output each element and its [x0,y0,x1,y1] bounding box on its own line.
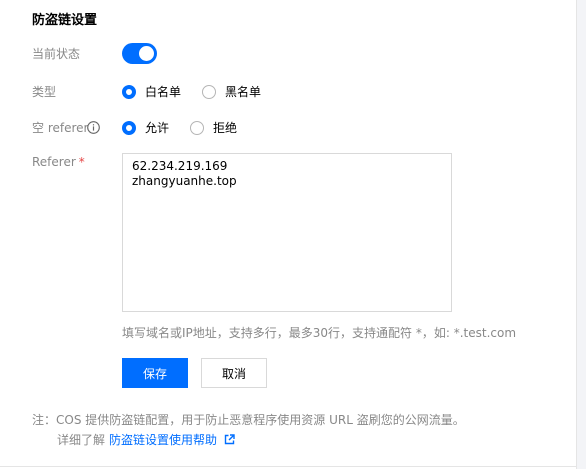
radio-circle [202,84,216,99]
help-line: 详细了解 防盗链设置使用帮助 [57,431,235,448]
empty-referer-label: 空 referer [32,121,89,135]
empty-referer-deny-radio[interactable]: 拒绝 [190,119,237,136]
info-icon[interactable] [87,121,100,134]
section-title: 防盗链设置 [32,13,98,28]
radio-circle [122,120,136,135]
external-link-icon[interactable] [224,434,235,445]
referer-hint: 填写域名或IP地址，支持多行，最多30行，支持通配符 *，如: *.test.c… [122,326,517,340]
toggle-knob [139,46,154,61]
help-link[interactable]: 防盗链设置使用帮助 [109,431,217,448]
radio-label: 白名单 [145,85,182,99]
page-gutter [577,0,586,469]
cancel-button[interactable]: 取消 [201,358,267,388]
required-mark: * [78,155,85,169]
empty-referer-allow-radio[interactable]: 允许 [122,119,169,136]
type-blacklist-radio[interactable]: 黑名单 [202,83,261,100]
referer-textarea[interactable]: 62.234.219.169 zhangyuanhe.top [122,153,452,312]
referer-label: Referer * [32,155,85,169]
save-button[interactable]: 保存 [122,358,188,388]
type-label: 类型 [32,85,57,99]
note-text: 注：COS 提供防盗链配置，用于防止恶意程序使用资源 URL 盗刷您的公网流量。 [32,413,465,427]
type-whitelist-radio[interactable]: 白名单 [122,83,181,100]
radio-circle [122,84,136,99]
radio-circle [190,120,204,135]
status-label: 当前状态 [32,47,81,61]
radio-label: 允许 [145,121,170,135]
help-prefix: 详细了解 [57,433,106,447]
panel-bottom-border [0,466,577,467]
radio-label: 拒绝 [213,121,238,135]
radio-label: 黑名单 [225,85,262,99]
status-toggle[interactable] [122,43,157,64]
referer-label-text: Referer [32,155,76,169]
